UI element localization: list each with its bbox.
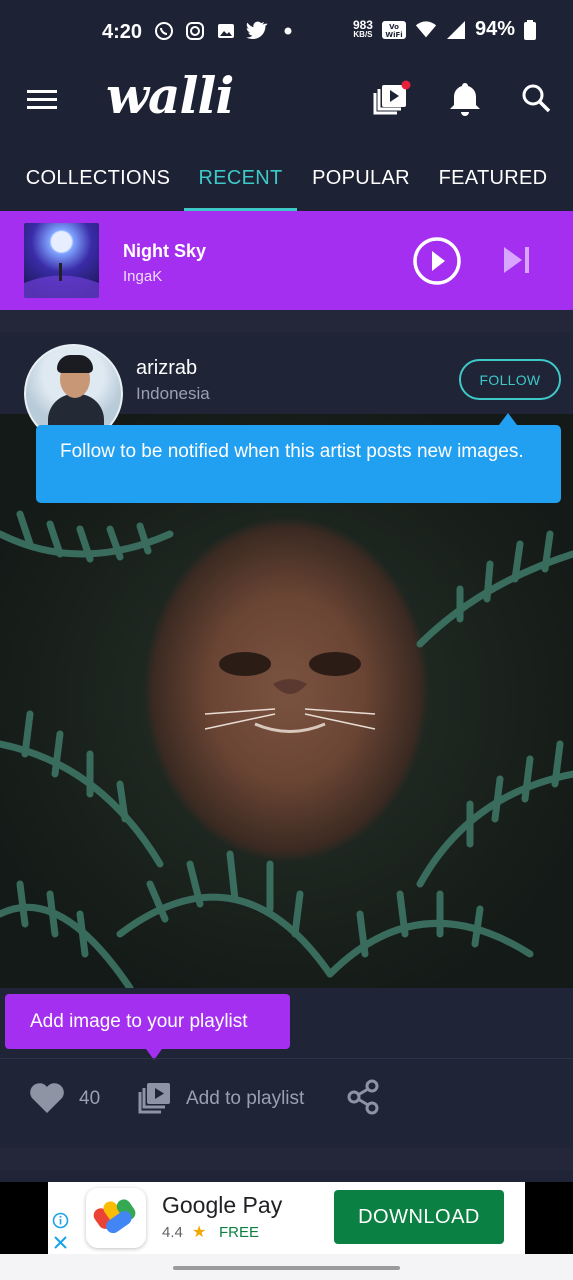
star-icon: ★ (192, 1224, 207, 1241)
play-icon (413, 237, 461, 285)
battery-percent: 94% (474, 18, 515, 40)
playlist-player-button[interactable] (372, 78, 412, 118)
ad-download-button[interactable]: DOWNLOAD (334, 1190, 504, 1244)
play-button[interactable] (412, 236, 462, 286)
app-bar: walli (0, 64, 573, 134)
add-to-playlist-label[interactable]: Add to playlist (186, 1088, 304, 1110)
avatar-hair (57, 355, 93, 373)
artist-country: Indonesia (136, 384, 210, 403)
svg-text:Vo: Vo (389, 23, 399, 31)
video-library-icon (373, 80, 411, 115)
menu-button[interactable] (26, 82, 60, 116)
net-speed: 983 KB/S (352, 17, 373, 40)
player-artist: IngaK (123, 268, 163, 285)
hamburger-icon (27, 90, 57, 109)
app-logo: walli (106, 66, 234, 125)
add-to-playlist-button[interactable] (138, 1081, 172, 1115)
like-count: 40 (79, 1088, 101, 1109)
net-speed-unit: KB/S (353, 29, 373, 39)
feed-separator (0, 310, 573, 332)
ad-close-icon[interactable] (52, 1234, 69, 1251)
whatsapp-icon (153, 20, 175, 42)
ad-title: Google Pay (162, 1192, 283, 1218)
mini-player[interactable]: Night Sky IngaK (0, 211, 573, 310)
system-nav-bar (0, 1254, 573, 1280)
post-card: arizrab Indonesia FOLLOW Follow to be no… (0, 332, 573, 1148)
post-actions: 40 Add to playlist (0, 1059, 573, 1139)
playlist-tooltip: Add image to your playlist (5, 994, 290, 1060)
artist-name[interactable]: arizrab (136, 357, 197, 380)
share-icon (347, 1079, 379, 1115)
net-speed-value: 983 (352, 17, 373, 32)
skip-next-icon (504, 247, 529, 273)
svg-text:WiFi: WiFi (385, 31, 402, 39)
player-title: Night Sky (123, 241, 207, 261)
heart-icon (30, 1083, 64, 1113)
player-artwork (24, 223, 99, 298)
dot-icon (277, 20, 299, 42)
vowifi-icon: Vo WiFi (381, 19, 407, 41)
tab-recent[interactable]: RECENT (184, 144, 297, 212)
follow-button[interactable]: FOLLOW (459, 359, 561, 400)
feed-separator-2 (0, 1148, 573, 1170)
tab-bar: COLLECTIONS RECENT POPULAR FEATURED (0, 144, 573, 212)
tab-popular[interactable]: POPULAR (303, 144, 419, 212)
screen: 4:20 983 KB/S Vo WiFi 94% walli COLLECTI… (0, 0, 573, 1280)
tab-featured[interactable]: FEATURED (430, 144, 556, 212)
ad-price: FREE (219, 1224, 260, 1241)
status-bar: 4:20 983 KB/S Vo WiFi 94% (0, 0, 573, 64)
signal-icon (445, 19, 467, 41)
tab-collections[interactable]: COLLECTIONS (18, 144, 178, 212)
share-button[interactable] (346, 1079, 380, 1115)
like-button[interactable] (29, 1082, 65, 1114)
cat-face (204, 652, 376, 733)
ad-app-logo (86, 1188, 146, 1248)
skip-next-button[interactable] (500, 242, 536, 278)
ad-info-icon[interactable] (52, 1212, 69, 1229)
image-icon (215, 20, 237, 42)
system-icons: 983 KB/S Vo WiFi 94% (353, 18, 537, 41)
follow-tooltip: Follow to be notified when this artist p… (36, 413, 561, 503)
battery-icon (523, 19, 537, 41)
ad-margin-right (525, 1182, 573, 1254)
search-button[interactable] (516, 78, 556, 118)
wifi-icon (415, 19, 437, 41)
notifications-button[interactable] (445, 78, 485, 118)
twitter-icon (246, 20, 268, 42)
status-time: 4:20 (102, 21, 143, 43)
bell-icon (450, 83, 480, 116)
home-gesture-handle[interactable] (173, 1266, 400, 1270)
instagram-icon (184, 20, 206, 42)
search-icon (522, 84, 551, 113)
notification-icons (153, 20, 299, 42)
ad-banner[interactable]: Google Pay 4.4 ★ FREE DOWNLOAD (48, 1182, 525, 1254)
ad-rating: 4.4 (162, 1224, 183, 1241)
playlist-add-icon (138, 1083, 170, 1114)
ad-margin-left (0, 1182, 48, 1254)
